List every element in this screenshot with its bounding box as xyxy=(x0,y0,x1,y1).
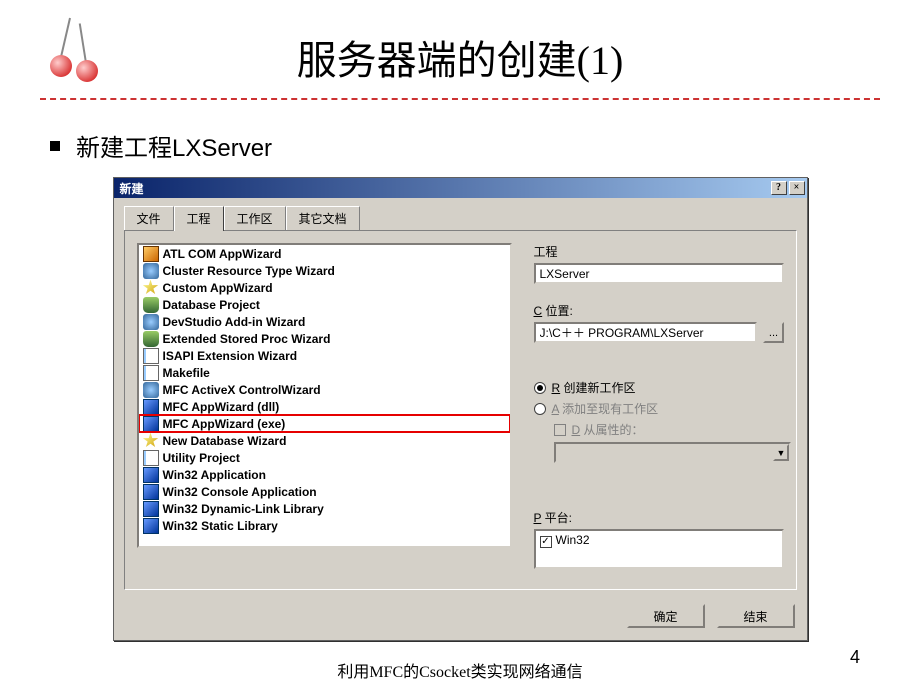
project-name-input[interactable] xyxy=(534,263,784,284)
radio-icon xyxy=(534,403,546,415)
help-button[interactable]: ? xyxy=(771,181,787,195)
list-item[interactable]: New Database Wizard xyxy=(139,432,510,449)
win32-icon xyxy=(143,501,159,517)
radio-add-workspace[interactable]: A 添加至现有工作区 xyxy=(534,400,784,417)
list-item-selected[interactable]: MFC AppWizard (exe) xyxy=(139,415,510,432)
list-item[interactable]: ISAPI Extension Wizard xyxy=(139,347,510,364)
list-item[interactable]: Database Project xyxy=(139,296,510,313)
dependency-dropdown: ▼ xyxy=(554,442,792,463)
tab-other-docs[interactable]: 其它文档 xyxy=(286,206,360,230)
platform-item: Win32 xyxy=(556,533,590,547)
title-divider xyxy=(40,98,880,100)
database-icon xyxy=(143,297,159,313)
database-icon xyxy=(143,331,159,347)
radio-icon xyxy=(534,382,546,394)
list-item[interactable]: Utility Project xyxy=(139,449,510,466)
list-item[interactable]: Cluster Resource Type Wizard xyxy=(139,262,510,279)
wizard-icon xyxy=(143,263,159,279)
checkbox-icon xyxy=(554,424,566,436)
list-item[interactable]: Win32 Static Library xyxy=(139,517,510,534)
close-button[interactable]: × xyxy=(789,181,805,195)
list-item[interactable]: DevStudio Add-in Wizard xyxy=(139,313,510,330)
radio-new-workspace[interactable]: R 创建新工作区 xyxy=(534,379,784,396)
platform-label: P 平台: xyxy=(534,509,784,526)
wizard-icon xyxy=(143,348,159,364)
bullet-text: 新建工程LXServer xyxy=(76,128,272,163)
list-item[interactable]: MFC AppWizard (dll) xyxy=(139,398,510,415)
utility-icon xyxy=(143,450,159,466)
cancel-button[interactable]: 结束 xyxy=(717,604,795,628)
right-pane: 工程 C 位置: ... R 创建新工作区 A 添加至现有工作区 xyxy=(512,243,784,577)
browse-button[interactable]: ... xyxy=(763,322,783,343)
checkbox-dependency: D 从属性的： xyxy=(534,421,784,438)
list-item[interactable]: Makefile xyxy=(139,364,510,381)
dialog-title: 新建 xyxy=(120,180,144,197)
wizard-icon xyxy=(143,433,159,449)
makefile-icon xyxy=(143,365,159,381)
page-number: 4 xyxy=(850,647,860,668)
checkbox-checked-icon[interactable]: ✓ xyxy=(540,536,552,548)
location-label: C 位置: xyxy=(534,302,784,319)
list-item[interactable]: MFC ActiveX ControlWizard xyxy=(139,381,510,398)
slide-footer: 利用MFC的Csocket类实现网络通信 xyxy=(0,658,920,682)
ok-button[interactable]: 确定 xyxy=(627,604,705,628)
wizard-icon xyxy=(143,246,159,262)
tab-files[interactable]: 文件 xyxy=(124,206,174,230)
new-project-dialog: 新建 ? × 文件 工程 工作区 其它文档 ATL COM AppWizard … xyxy=(113,177,808,641)
tab-workspaces[interactable]: 工作区 xyxy=(224,206,286,230)
project-name-label: 工程 xyxy=(534,243,784,260)
wizard-icon xyxy=(143,314,159,330)
dialog-button-row: 确定 结束 xyxy=(114,598,807,640)
location-input[interactable] xyxy=(534,322,758,343)
win32-icon xyxy=(143,484,159,500)
list-item[interactable]: Win32 Application xyxy=(139,466,510,483)
bullet-item: 新建工程LXServer xyxy=(50,128,920,163)
chevron-down-icon: ▼ xyxy=(773,444,789,461)
list-item[interactable]: Win32 Console Application xyxy=(139,483,510,500)
workspace-radio-group: R 创建新工作区 A 添加至现有工作区 D 从属性的： ▼ xyxy=(534,379,784,463)
mfc-icon xyxy=(143,416,159,432)
tab-projects[interactable]: 工程 xyxy=(174,206,224,231)
dialog-panel: ATL COM AppWizard Cluster Resource Type … xyxy=(124,230,797,590)
project-type-listbox[interactable]: ATL COM AppWizard Cluster Resource Type … xyxy=(137,243,512,548)
mfc-icon xyxy=(143,382,159,398)
list-item[interactable]: Custom AppWizard xyxy=(139,279,510,296)
list-item[interactable]: Win32 Dynamic-Link Library xyxy=(139,500,510,517)
dialog-titlebar: 新建 ? × xyxy=(114,178,807,198)
win32-icon xyxy=(143,518,159,534)
platform-listbox[interactable]: ✓ Win32 xyxy=(534,529,784,569)
list-item[interactable]: ATL COM AppWizard xyxy=(139,245,510,262)
cherry-decoration xyxy=(50,15,140,90)
list-item[interactable]: Extended Stored Proc Wizard xyxy=(139,330,510,347)
wizard-icon xyxy=(143,280,159,296)
bullet-square-icon xyxy=(50,141,60,151)
tab-bar: 文件 工程 工作区 其它文档 xyxy=(114,198,807,230)
mfc-icon xyxy=(143,399,159,415)
win32-icon xyxy=(143,467,159,483)
